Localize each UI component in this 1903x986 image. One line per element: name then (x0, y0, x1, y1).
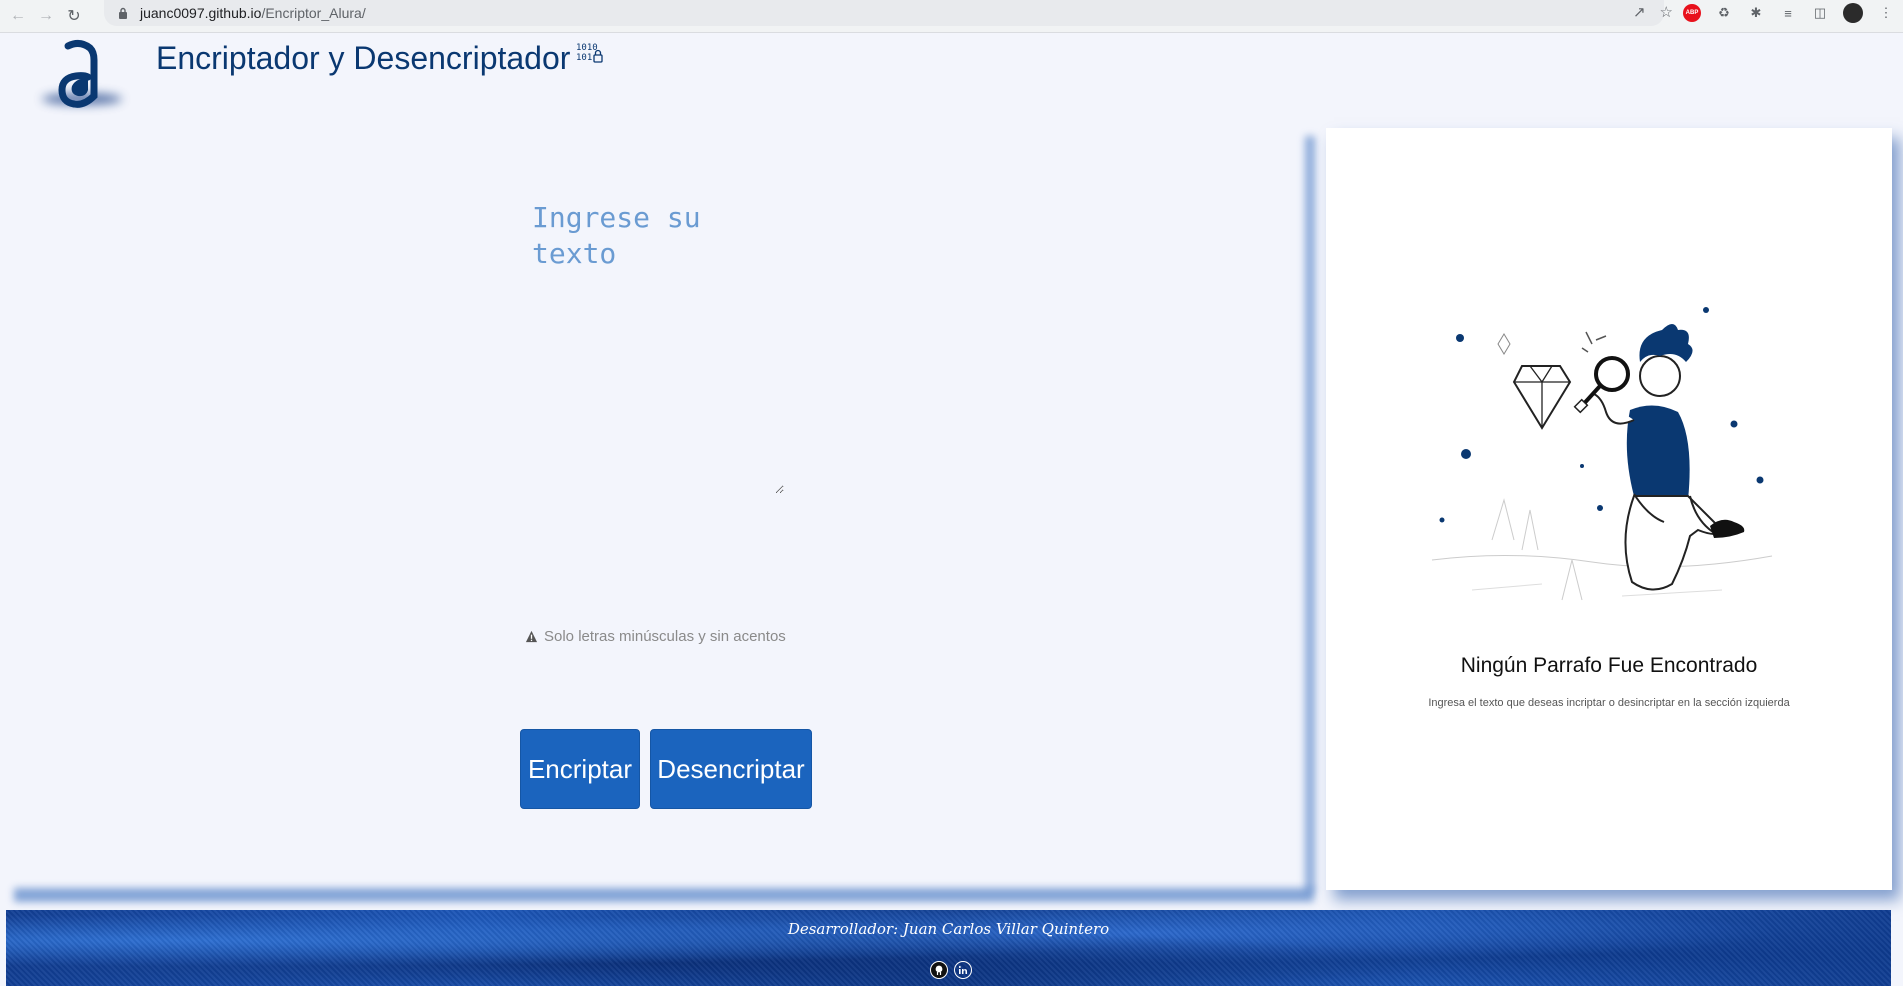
puzzle-icon[interactable]: ✱ (1747, 4, 1765, 22)
encrypt-button[interactable]: Encriptar (520, 729, 640, 809)
input-hint: Solo letras minúsculas y sin acentos (525, 628, 786, 645)
warning-icon (525, 630, 538, 643)
adblock-icon[interactable]: ABP (1683, 4, 1701, 22)
person-searching-illustration (1431, 307, 1773, 601)
github-icon[interactable] (930, 961, 948, 979)
alura-logo (58, 39, 98, 108)
address-bar[interactable]: juanc0097.github.io/Encriptor_Alura/ (104, 0, 1664, 26)
svg-text:1010: 1010 (576, 43, 598, 53)
panel-shadow-side (1305, 136, 1315, 892)
social-links (930, 961, 972, 979)
star-icon[interactable]: ☆ (1660, 3, 1673, 21)
share-icon[interactable]: ↗ (1633, 3, 1646, 21)
output-title: Ningún Parrafo Fue Encontrado (1460, 654, 1758, 677)
output-subtitle: Ingresa el texto que deseas incriptar o … (1428, 697, 1790, 709)
url-host: juanc0097.github.io (140, 5, 262, 21)
svg-text:101: 101 (576, 53, 592, 63)
side-panel-icon[interactable]: ◫ (1811, 4, 1829, 22)
reading-list-icon[interactable]: ≡ (1779, 4, 1797, 22)
footer-credit: Desarrollador: Juan Carlos Villar Quinte… (787, 920, 1110, 938)
decrypt-button[interactable]: Desencriptar (650, 729, 812, 809)
output-card: Ningún Parrafo Fue Encontrado Ingresa el… (1326, 128, 1892, 890)
page-title: Encriptador y Desencriptador (156, 40, 571, 76)
binary-lock-icon: 1010 101 (576, 43, 603, 63)
menu-icon[interactable]: ⋮ (1877, 4, 1895, 22)
lock-icon (116, 6, 130, 20)
reload-icon[interactable]: ↻ (60, 2, 88, 30)
linkedin-icon[interactable] (954, 961, 972, 979)
browser-toolbar: ← → ↻ juanc0097.github.io/Encriptor_Alur… (0, 0, 1903, 33)
profile-avatar[interactable] (1843, 3, 1863, 23)
hint-text: Solo letras minúsculas y sin acentos (544, 628, 786, 645)
text-input[interactable] (532, 200, 784, 494)
panel-shadow (14, 888, 1314, 902)
extension-icon[interactable]: ♻ (1715, 4, 1733, 22)
back-arrow-icon[interactable]: ← (4, 2, 32, 30)
footer: Desarrollador: Juan Carlos Villar Quinte… (6, 910, 1891, 986)
forward-arrow-icon[interactable]: → (32, 2, 60, 30)
url-path: /Encriptor_Alura/ (261, 5, 366, 21)
